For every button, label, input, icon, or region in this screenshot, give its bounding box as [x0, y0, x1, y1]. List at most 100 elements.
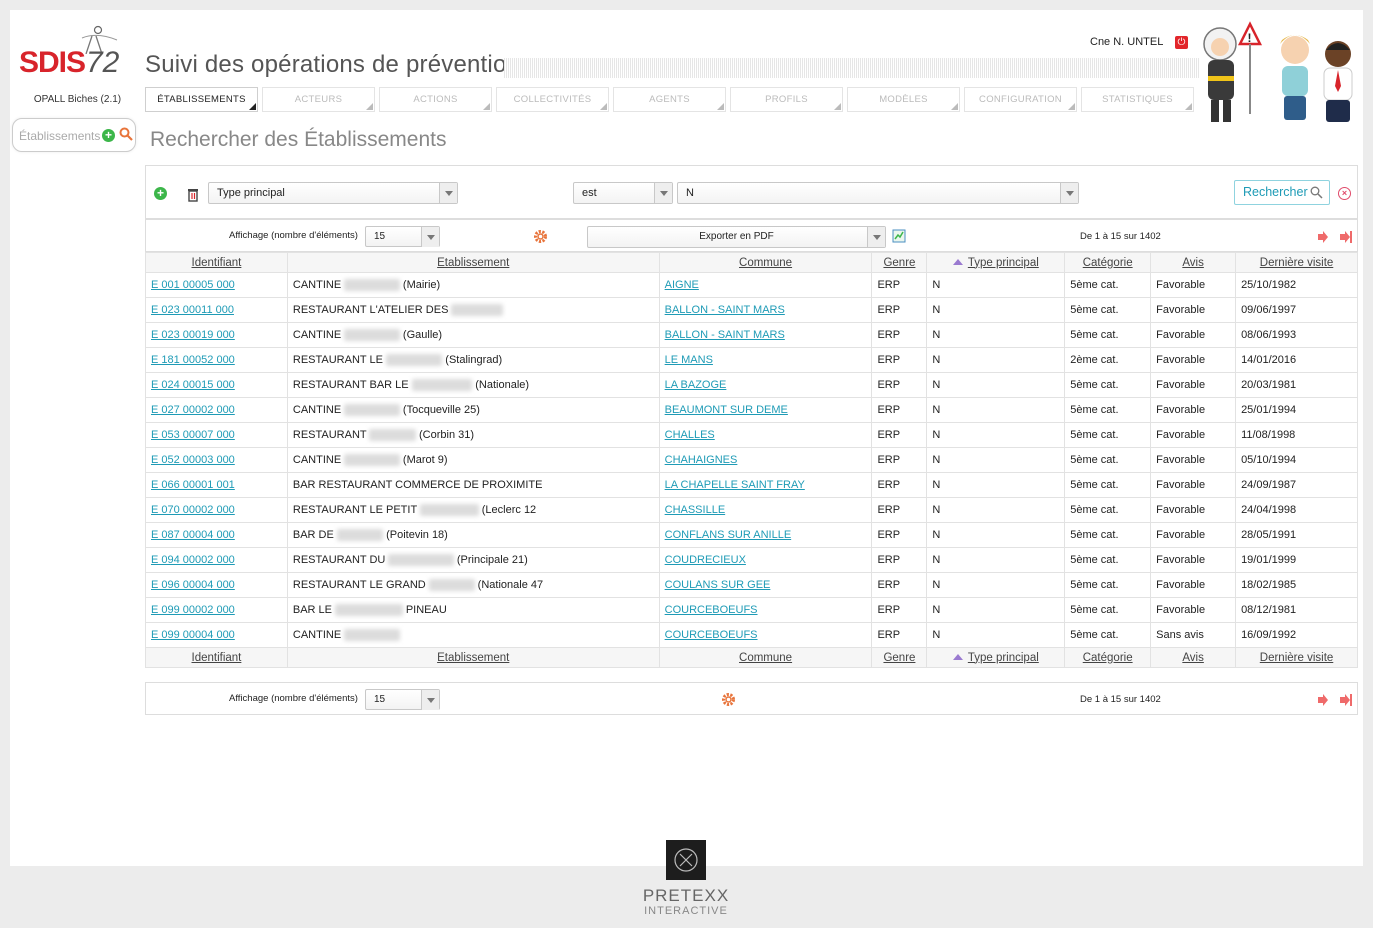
- cell-avis: Favorable: [1150, 422, 1237, 448]
- export-pdf-icon[interactable]: [892, 229, 906, 243]
- identifiant-link[interactable]: E 053 00007 000: [151, 429, 235, 441]
- col-type-principal[interactable]: Type principal: [926, 252, 1066, 273]
- commune-link[interactable]: BALLON - SAINT MARS: [665, 329, 785, 341]
- col-commune[interactable]: Commune: [658, 647, 873, 668]
- col-identifiant[interactable]: Identifiant: [145, 252, 288, 273]
- nav-tab-collectivites[interactable]: COLLECTIVITÉS: [496, 87, 609, 112]
- commune-link[interactable]: BEAUMONT SUR DEME: [665, 404, 788, 416]
- commune-link[interactable]: CONFLANS SUR ANILLE: [665, 529, 792, 541]
- gear-icon[interactable]: [720, 691, 737, 708]
- identifiant-link[interactable]: E 099 00002 000: [151, 604, 235, 616]
- table-row[interactable]: E 027 00002 000 CANTINE SCOLAIRE (Tocquev…: [145, 397, 1358, 423]
- identifiant-link[interactable]: E 023 00019 000: [151, 329, 235, 341]
- identifiant-link[interactable]: E 024 00015 000: [151, 379, 235, 391]
- identifiant-link[interactable]: E 070 00002 000: [151, 504, 235, 516]
- criterion-field-select[interactable]: Type principal: [208, 182, 458, 204]
- table-row[interactable]: E 181 00052 000 RESTAURANT LE CENOMAN (St…: [145, 347, 1358, 373]
- gear-icon[interactable]: [532, 228, 549, 245]
- commune-link[interactable]: BALLON - SAINT MARS: [665, 304, 785, 316]
- criterion-operator-select[interactable]: est: [573, 182, 673, 204]
- nav-tab-etablissements[interactable]: ÉTABLISSEMENTS: [145, 87, 258, 112]
- table-row[interactable]: E 096 00004 000 RESTAURANT LE GRAND VENEU…: [145, 572, 1358, 598]
- nav-tab-label: ACTIONS: [413, 94, 458, 105]
- table-row[interactable]: E 066 00001 001 BAR RESTAURANT COMMERCE D…: [145, 472, 1358, 498]
- commune-link[interactable]: COURCEBOEUFS: [665, 604, 758, 616]
- table-row[interactable]: E 001 00005 000 CANTINE SCOLAIRE (Mairie)…: [145, 272, 1358, 298]
- col-derniere-visite[interactable]: Dernière visite: [1235, 252, 1358, 273]
- col-categorie[interactable]: Catégorie: [1064, 252, 1152, 273]
- nav-tab-configuration[interactable]: CONFIGURATION: [964, 87, 1077, 112]
- col-etablissement[interactable]: Etablissement: [286, 647, 660, 668]
- commune-link[interactable]: CHAHAIGNES: [665, 454, 738, 466]
- table-row[interactable]: E 053 00007 000 RESTAURANT MENANT (Corbin…: [145, 422, 1358, 448]
- col-avis[interactable]: Avis: [1150, 647, 1237, 668]
- search-button[interactable]: Rechercher: [1234, 180, 1330, 205]
- nav-tab-modeles[interactable]: MODÈLES: [847, 87, 960, 112]
- identifiant-link[interactable]: E 066 00001 001: [151, 479, 235, 491]
- commune-link[interactable]: CHALLES: [665, 429, 715, 441]
- col-commune[interactable]: Commune: [658, 252, 873, 273]
- identifiant-link[interactable]: E 087 00004 000: [151, 529, 235, 541]
- logout-icon[interactable]: ⏻: [1175, 36, 1188, 49]
- col-type-principal[interactable]: Type principal: [926, 647, 1066, 668]
- cell-etablissement: RESTAURANT LE PETIT ROBINSON (Leclerc 12: [286, 497, 660, 523]
- cell-type-principal: N: [926, 572, 1066, 598]
- next-page-icon[interactable]: [1316, 694, 1328, 706]
- commune-link[interactable]: LA CHAPELLE SAINT FRAY: [665, 479, 805, 491]
- table-row[interactable]: E 023 00011 000 RESTAURANT L'ATELIER DES …: [145, 297, 1358, 323]
- etablissement-address: (Nationale): [472, 379, 530, 391]
- col-identifiant[interactable]: Identifiant: [145, 647, 288, 668]
- sdis-logo[interactable]: SDIS 72: [18, 24, 138, 86]
- col-derniere-visite[interactable]: Dernière visite: [1235, 647, 1358, 668]
- col-etablissement[interactable]: Etablissement: [286, 252, 660, 273]
- nav-tab-actions[interactable]: ACTIONS: [379, 87, 492, 112]
- commune-link[interactable]: COULANS SUR GEE: [665, 579, 771, 591]
- table-row[interactable]: E 024 00015 000 RESTAURANT BAR LE DEAUVIL…: [145, 372, 1358, 398]
- cell-identifiant: E 087 00004 000: [145, 522, 288, 548]
- identifiant-link[interactable]: E 023 00011 000: [151, 304, 234, 316]
- identifiant-link[interactable]: E 096 00004 000: [151, 579, 235, 591]
- nav-tab-acteurs[interactable]: ACTEURS: [262, 87, 375, 112]
- add-icon[interactable]: +: [102, 129, 115, 142]
- identifiant-link[interactable]: E 027 00002 000: [151, 404, 235, 416]
- sidebar-quick-search[interactable]: Établissements +: [12, 118, 136, 152]
- col-genre[interactable]: Genre: [871, 252, 928, 273]
- nav-tab-profils[interactable]: PROFILS: [730, 87, 843, 112]
- table-row[interactable]: E 094 00002 000 RESTAURANT DU COMMERCE (P…: [145, 547, 1358, 573]
- trash-icon[interactable]: [185, 186, 201, 202]
- criterion-value-select[interactable]: N: [677, 182, 1079, 204]
- page-size-select[interactable]: 15: [365, 689, 440, 710]
- identifiant-link[interactable]: E 094 00002 000: [151, 554, 235, 566]
- nav-tab-statistiques[interactable]: STATISTIQUES: [1081, 87, 1194, 112]
- commune-link[interactable]: COUDRECIEUX: [665, 554, 746, 566]
- commune-link[interactable]: CHASSILLE: [665, 504, 726, 516]
- table-row[interactable]: E 099 00002 000 BAR LE SOLEIL D'OR PINEAU…: [145, 597, 1358, 623]
- table-row[interactable]: E 070 00002 000 RESTAURANT LE PETIT ROBIN…: [145, 497, 1358, 523]
- search-icon[interactable]: [119, 127, 133, 141]
- table-row[interactable]: E 087 00004 000 BAR DE L'ANILLE (Poitevin…: [145, 522, 1358, 548]
- table-row[interactable]: E 099 00004 000 CANTINE SCOLAIRE COURCEBOE…: [145, 622, 1358, 648]
- table-row[interactable]: E 052 00003 000 CANTINE SCOLAIRE (Marot 9…: [145, 447, 1358, 473]
- cell-identifiant: E 023 00019 000: [145, 322, 288, 348]
- identifiant-link[interactable]: E 001 00005 000: [151, 279, 235, 291]
- table-row[interactable]: E 023 00019 000 CANTINE SCOLAIRE (Gaulle)…: [145, 322, 1358, 348]
- page-size-select[interactable]: 15: [365, 226, 440, 247]
- identifiant-link[interactable]: E 099 00004 000: [151, 629, 235, 641]
- commune-link[interactable]: COURCEBOEUFS: [665, 629, 758, 641]
- nav-tab-agents[interactable]: AGENTS: [613, 87, 726, 112]
- commune-link[interactable]: LE MANS: [665, 354, 713, 366]
- clear-criteria-icon[interactable]: ×: [1338, 187, 1351, 200]
- export-select[interactable]: Exporter en PDF: [587, 226, 886, 248]
- identifiant-link[interactable]: E 181 00052 000: [151, 354, 235, 366]
- col-genre[interactable]: Genre: [871, 647, 928, 668]
- col-categorie[interactable]: Catégorie: [1064, 647, 1152, 668]
- add-criterion-icon[interactable]: +: [154, 187, 167, 200]
- next-page-icon[interactable]: [1316, 231, 1328, 243]
- col-avis[interactable]: Avis: [1150, 252, 1237, 273]
- commune-link[interactable]: LA BAZOGE: [665, 379, 727, 391]
- identifiant-link[interactable]: E 052 00003 000: [151, 454, 235, 466]
- cell-identifiant: E 052 00003 000: [145, 447, 288, 473]
- last-page-icon[interactable]: [1340, 231, 1352, 243]
- last-page-icon[interactable]: [1340, 694, 1352, 706]
- commune-link[interactable]: AIGNE: [665, 279, 699, 291]
